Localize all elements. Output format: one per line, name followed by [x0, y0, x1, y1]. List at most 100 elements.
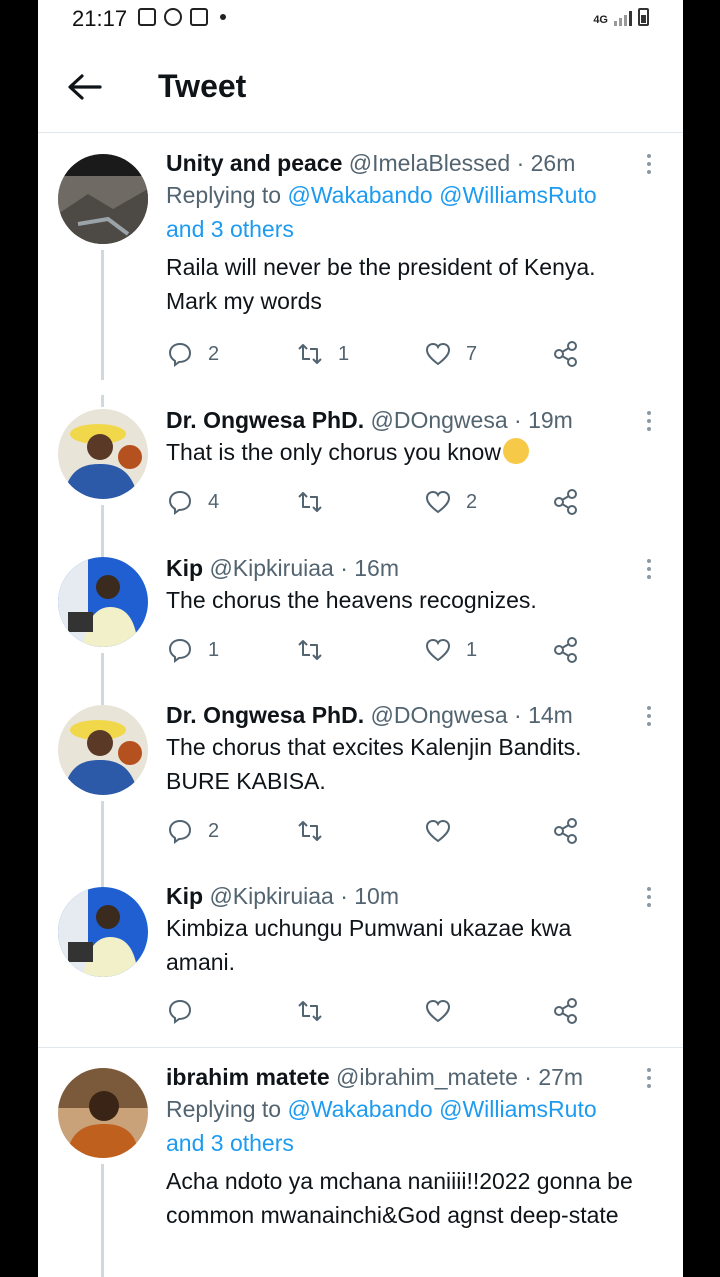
tweet-header: Unity and peace @ImelaBlessed · 26m: [166, 148, 643, 178]
thread-line: [101, 653, 104, 695]
more-options-icon[interactable]: [647, 706, 651, 730]
share-icon: [554, 818, 577, 844]
reply-icon: [168, 638, 192, 663]
user-handle[interactable]: @ibrahim_matete: [336, 1064, 518, 1090]
share-icon: [554, 998, 577, 1024]
tweet-header: Kip @Kipkiruiaa · 10m: [166, 881, 643, 911]
tweet-body: Kip @Kipkiruiaa · 10m Kimbiza uchungu Pu…: [166, 881, 643, 979]
retweet-count: 1: [338, 342, 350, 365]
replying-to: Replying to @Wakabando @WilliamsRuto and …: [166, 1092, 643, 1160]
user-handle[interactable]: @Kipkiruiaa: [209, 883, 333, 909]
tweet[interactable]: Unity and peace @ImelaBlessed · 26m Repl…: [38, 140, 683, 380]
user-handle[interactable]: @DOngwesa: [371, 407, 508, 433]
reply-icon: [168, 490, 192, 515]
user-handle[interactable]: @Kipkiruiaa: [209, 555, 333, 581]
like-count: 1: [466, 638, 478, 661]
like-button[interactable]: 2: [424, 488, 477, 516]
tweet[interactable]: ibrahim matete @ibrahim_matete · 27m Rep…: [38, 1050, 683, 1277]
like-button[interactable]: [424, 997, 466, 1025]
like-button[interactable]: 1: [424, 636, 477, 664]
reply-count: 2: [208, 342, 220, 365]
tweet-time: · 10m: [340, 883, 399, 909]
tweet-text: That is the only chorus you know: [166, 439, 501, 465]
tweet-text: Raila will never be the president of Ken…: [166, 254, 596, 314]
more-options-icon[interactable]: [647, 1068, 651, 1092]
status-bar: 21:17 4G: [38, 0, 683, 40]
more-options-icon[interactable]: [647, 887, 651, 911]
retweet-icon: [298, 640, 322, 660]
reply-button[interactable]: 2: [166, 340, 219, 368]
display-name[interactable]: Kip: [166, 555, 203, 581]
tweet-header: Dr. Ongwesa PhD. @DOngwesa · 14m: [166, 700, 643, 730]
share-button[interactable]: [552, 997, 580, 1025]
reply-button[interactable]: 4: [166, 488, 219, 516]
like-button[interactable]: 7: [424, 340, 477, 368]
more-options-icon[interactable]: [647, 559, 651, 583]
network-type: 4G: [593, 14, 608, 26]
thread-line: [101, 1164, 104, 1277]
avatar[interactable]: [58, 887, 148, 977]
image-icon: [190, 8, 208, 26]
tweet-body: Dr. Ongwesa PhD. @DOngwesa · 14m The cho…: [166, 700, 643, 798]
tweet-time: · 27m: [524, 1064, 584, 1090]
display-name[interactable]: ibrahim matete: [166, 1064, 330, 1090]
tweet[interactable]: Dr. Ongwesa PhD. @DOngwesa · 14m The cho…: [38, 695, 683, 875]
tweet[interactable]: Kip @Kipkiruiaa · 10m Kimbiza uchungu Pu…: [38, 875, 683, 1045]
retweet-button[interactable]: [296, 488, 338, 516]
reply-icon: [168, 999, 192, 1024]
others-link[interactable]: and 3 others: [166, 216, 294, 242]
thread-line: [101, 250, 104, 380]
reply-button[interactable]: 2: [166, 817, 219, 845]
retweet-button[interactable]: [296, 817, 338, 845]
avatar[interactable]: [58, 154, 148, 244]
more-options-icon[interactable]: [647, 411, 651, 435]
share-button[interactable]: [552, 817, 580, 845]
share-icon: [554, 341, 577, 367]
tweet-text: Kimbiza uchungu Pumwani ukazae kwa amani…: [166, 915, 572, 975]
avatar[interactable]: [58, 409, 148, 499]
avatar[interactable]: [58, 705, 148, 795]
retweet-button[interactable]: [296, 997, 338, 1025]
mention-link[interactable]: @Wakabando @WilliamsRuto: [287, 182, 596, 208]
display-name[interactable]: Kip: [166, 883, 203, 909]
display-name[interactable]: Dr. Ongwesa PhD.: [166, 407, 364, 433]
tweet-time: · 14m: [514, 702, 573, 728]
reply-button[interactable]: 1: [166, 636, 219, 664]
share-icon: [554, 637, 577, 663]
retweet-button[interactable]: 1: [296, 340, 349, 368]
tweet-header: Kip @Kipkiruiaa · 16m: [166, 553, 643, 583]
tweet-text: The chorus that excites Kalenjin Bandits…: [166, 734, 582, 794]
share-button[interactable]: [552, 488, 580, 516]
back-arrow-icon[interactable]: [66, 72, 102, 102]
thread-line: [101, 875, 104, 887]
like-count: 2: [466, 490, 478, 513]
reply-icon: [168, 342, 192, 367]
system-icons: 4G: [593, 8, 649, 26]
display-name[interactable]: Dr. Ongwesa PhD.: [166, 702, 364, 728]
status-time: 21:17: [72, 6, 128, 31]
user-handle[interactable]: @ImelaBlessed: [349, 150, 510, 176]
reply-count: 4: [208, 490, 220, 513]
thread-line: [101, 545, 104, 557]
tweet-header: Dr. Ongwesa PhD. @DOngwesa · 19m: [166, 405, 643, 435]
display-name[interactable]: Unity and peace: [166, 150, 342, 176]
share-button[interactable]: [552, 636, 580, 664]
tweet[interactable]: Kip @Kipkiruiaa · 16m The chorus the hea…: [38, 545, 683, 695]
share-icon: [554, 489, 577, 515]
others-link[interactable]: and 3 others: [166, 1130, 294, 1156]
tweet[interactable]: Dr. Ongwesa PhD. @DOngwesa · 19m That is…: [38, 395, 683, 545]
sync-icon: [164, 8, 182, 26]
replying-prefix: Replying to: [166, 182, 288, 208]
user-handle[interactable]: @DOngwesa: [371, 702, 508, 728]
reply-icon: [168, 819, 192, 844]
thread-line: [101, 505, 104, 545]
more-options-icon[interactable]: [647, 154, 651, 178]
retweet-icon: [298, 492, 322, 512]
reply-button[interactable]: [166, 997, 208, 1025]
like-button[interactable]: [424, 817, 466, 845]
mention-link[interactable]: @Wakabando @WilliamsRuto: [287, 1096, 596, 1122]
share-button[interactable]: [552, 340, 580, 368]
avatar[interactable]: [58, 557, 148, 647]
retweet-button[interactable]: [296, 636, 338, 664]
avatar[interactable]: [58, 1068, 148, 1158]
